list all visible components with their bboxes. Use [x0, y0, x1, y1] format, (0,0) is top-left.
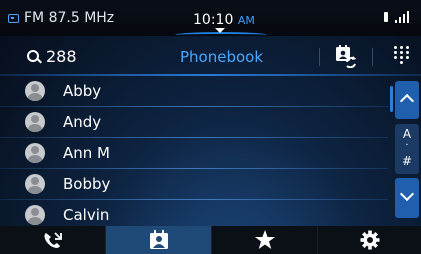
dialpad-icon[interactable] [394, 46, 410, 64]
clock-ampm: AM [237, 14, 255, 27]
contact-name: Bobby [63, 175, 111, 193]
list-item[interactable]: Abby [0, 76, 388, 107]
header-divider [319, 48, 320, 66]
alpha-index-separator: · [405, 140, 409, 151]
status-bar: FM 87.5 MHz 10:10 AM [0, 0, 421, 36]
scrollbar-thumb[interactable] [390, 86, 393, 112]
contact-name: Andy [63, 113, 102, 131]
avatar [25, 143, 45, 163]
contact-list: Abby Andy Ann M Bobby Calvin [0, 76, 388, 231]
radio-source[interactable]: FM 87.5 MHz [8, 10, 114, 26]
recent-calls-icon [44, 232, 62, 248]
clock: 10:10 AM [193, 12, 255, 28]
tab-settings[interactable] [318, 226, 421, 254]
chevron-up-icon [399, 93, 415, 109]
search-icon[interactable] [27, 50, 39, 62]
radio-frequency-label: FM 87.5 MHz [24, 10, 115, 26]
list-item[interactable]: Andy [0, 107, 388, 138]
radio-source-icon [8, 13, 19, 23]
settings-gear-icon [360, 230, 379, 250]
search-input[interactable]: 288 [46, 47, 77, 66]
favorites-star-icon [254, 230, 275, 249]
avatar [25, 174, 45, 194]
tab-contacts[interactable] [106, 226, 211, 254]
scroll-down-button[interactable] [395, 178, 419, 218]
contacts-icon [149, 230, 168, 249]
tab-favorites[interactable] [212, 226, 317, 254]
avatar [25, 205, 45, 225]
alpha-index-first: A [402, 127, 412, 141]
signal-strength-icon [395, 11, 409, 23]
avatar [25, 81, 45, 101]
alphabet-index-button[interactable]: A · # [395, 124, 419, 174]
list-item[interactable]: Ann M [0, 138, 388, 169]
header-divider [372, 48, 373, 66]
bottom-nav [0, 226, 421, 254]
list-item[interactable]: Bobby [0, 169, 388, 200]
alpha-index-last: # [401, 154, 413, 168]
sync-contacts-icon[interactable] [335, 44, 357, 68]
phonebook-screen: FM 87.5 MHz 10:10 AM 288 Phonebook Abby … [0, 0, 421, 254]
tab-recent-calls[interactable] [0, 226, 105, 254]
clock-time: 10:10 [193, 12, 234, 28]
contact-name: Ann M [63, 144, 110, 162]
page-title: Phonebook [180, 48, 264, 66]
scroll-up-button[interactable] [395, 81, 419, 119]
phonebook-header: 288 Phonebook [0, 36, 421, 76]
avatar [25, 112, 45, 132]
contact-name: Calvin [63, 206, 110, 224]
contact-name: Abby [63, 82, 102, 100]
battery-icon [384, 12, 388, 22]
chevron-down-icon [399, 186, 415, 202]
dropdown-indicator-icon[interactable] [215, 28, 225, 33]
